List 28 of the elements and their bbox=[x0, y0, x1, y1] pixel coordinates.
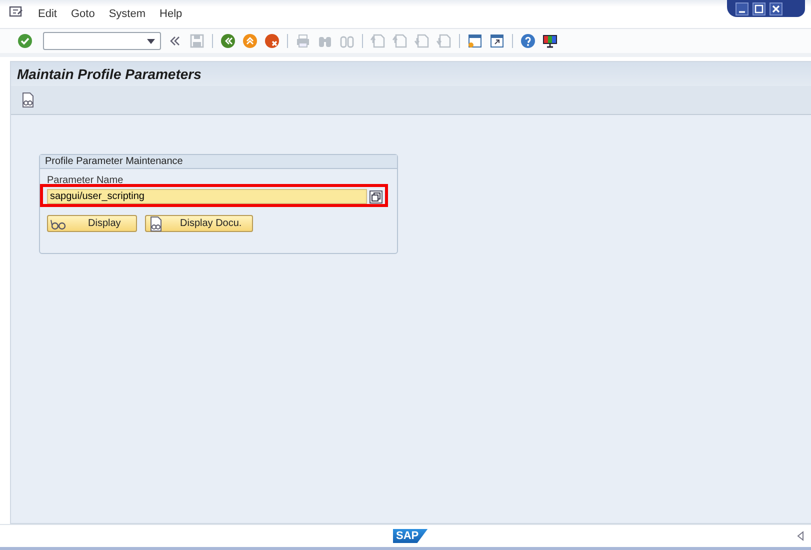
close-icon[interactable] bbox=[769, 2, 783, 16]
display-docu-button[interactable]: Display Docu. bbox=[145, 215, 253, 232]
monitor-icon[interactable] bbox=[542, 33, 558, 49]
menu-item[interactable]: System bbox=[108, 8, 146, 20]
display-button[interactable]: Display bbox=[47, 215, 137, 232]
dropdown-icon[interactable] bbox=[146, 37, 156, 45]
exit-icon[interactable] bbox=[242, 33, 258, 49]
value-help-icon[interactable] bbox=[369, 190, 383, 204]
maximize-icon[interactable] bbox=[752, 2, 766, 16]
screen-title: Maintain Profile Parameters bbox=[17, 66, 202, 82]
field-label: Parameter Name bbox=[47, 175, 124, 187]
back-icon[interactable] bbox=[220, 33, 236, 49]
sap-logo: SAP bbox=[393, 529, 428, 543]
menu-item[interactable]: Goto bbox=[70, 8, 95, 20]
menu-item[interactable]: Edit bbox=[38, 8, 57, 20]
document-glasses-icon bbox=[148, 216, 164, 232]
expand-arrow-icon[interactable] bbox=[796, 530, 805, 542]
shortcut-icon[interactable] bbox=[489, 33, 505, 49]
parameter-name-field[interactable]: sapgui/user_scripting bbox=[47, 189, 367, 204]
menu-item[interactable]: Help bbox=[160, 8, 182, 20]
new-session-icon[interactable] bbox=[467, 33, 483, 49]
help-icon[interactable] bbox=[520, 33, 536, 49]
command-field[interactable] bbox=[43, 32, 161, 50]
document-glasses-icon[interactable] bbox=[20, 92, 36, 108]
minimize-icon[interactable] bbox=[735, 2, 749, 16]
enter-icon[interactable] bbox=[17, 33, 33, 49]
cancel-icon[interactable] bbox=[264, 33, 280, 49]
group-title: Profile Parameter Maintenance bbox=[40, 155, 397, 169]
